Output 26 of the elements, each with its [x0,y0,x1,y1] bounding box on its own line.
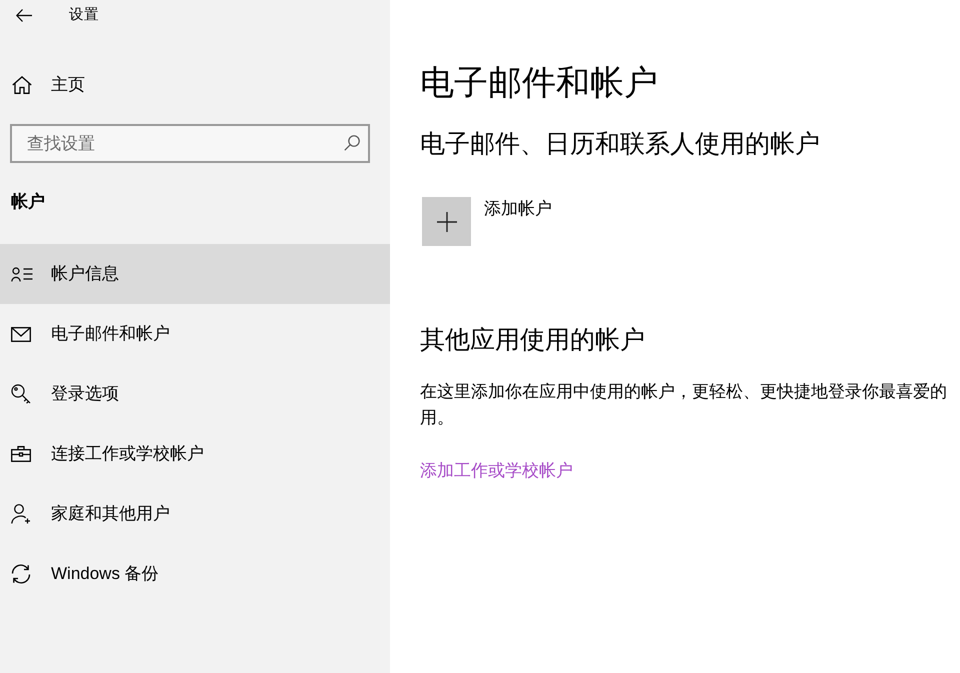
sidebar-nav-item[interactable]: 家庭和其他用户 [0,484,390,544]
page-title: 电子邮件和帐户 [420,63,658,104]
section-heading: 其他应用使用的帐户 [420,325,645,356]
sidebar-nav-item[interactable]: 登录选项 [0,364,390,424]
mail-icon [11,326,31,342]
add-work-account-link[interactable]: 添加工作或学校帐户 [420,458,573,484]
section-heading: 电子邮件、日历和联系人使用的帐户 [420,129,820,160]
sidebar-nav-item[interactable]: 帐户信息 [0,244,390,304]
person-list-icon [11,266,33,282]
search-field[interactable]: 查找设置 [10,124,370,163]
sidebar-nav-item[interactable]: Windows 备份 [0,544,390,604]
window-title: 设置 [69,6,99,25]
person-plus-icon [11,504,31,524]
section-title: 帐户 [11,191,45,213]
plus-icon [422,197,471,246]
add-account-button[interactable]: 添加帐户 [422,197,552,246]
sync-icon [11,564,31,584]
search-icon [344,135,360,151]
home-nav-item[interactable]: 主页 [0,65,390,105]
key-icon [11,384,31,404]
back-arrow-icon [16,8,32,22]
sidebar-nav-item[interactable]: 电子邮件和帐户 [0,304,390,364]
sidebar-nav-item[interactable]: 连接工作或学校帐户 [0,424,390,484]
home-icon [12,76,32,94]
briefcase-icon [11,446,31,462]
description-text: 在这里添加你在应用中使用的帐户，更轻松、更快捷地登录你最喜爱的 用。 [420,381,947,429]
